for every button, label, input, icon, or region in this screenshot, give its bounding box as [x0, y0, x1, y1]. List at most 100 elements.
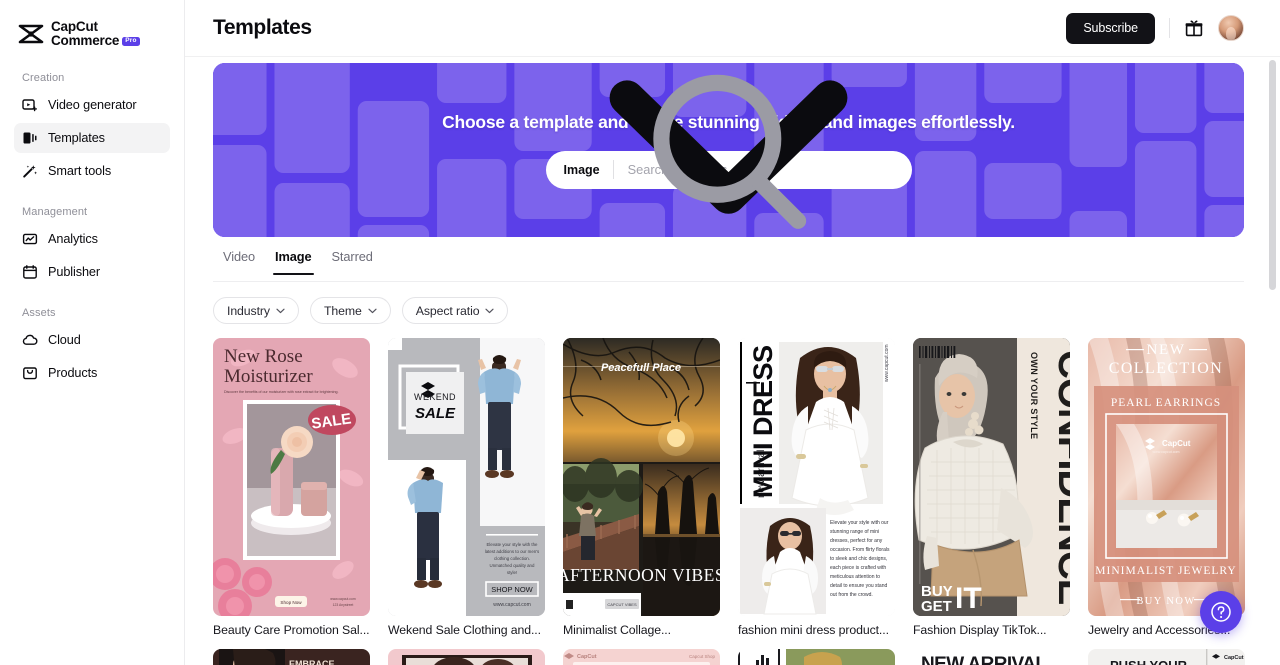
sidebar-item-video-generator[interactable]: Video generator — [14, 90, 170, 120]
sidebar-item-label: Templates — [48, 131, 105, 145]
pro-badge: Pro — [122, 37, 140, 47]
template-card[interactable]: PUSH YOUR CapCut — [1088, 649, 1245, 665]
sidebar-item-cloud[interactable]: Cloud — [14, 325, 170, 355]
tab-image[interactable]: Image — [265, 249, 322, 275]
svg-text:PUSH YOUR: PUSH YOUR — [1110, 658, 1188, 665]
filter-label: Industry — [227, 303, 270, 318]
svg-text:Elevate your style with our: Elevate your style with our — [830, 520, 889, 526]
publisher-icon — [22, 264, 38, 280]
sidebar: CapCut Commerce Pro Creation Video gener… — [0, 0, 185, 665]
template-thumbnail: New Rose Moisturizer Discover the benefi… — [213, 338, 370, 616]
filter-aspect-ratio[interactable]: Aspect ratio — [401, 297, 509, 324]
scroll-area: Choose a template and create stunning vi… — [185, 57, 1280, 665]
weekend-sale-clothing-art: WEKEND SALE Elevate your style with the … — [388, 338, 545, 616]
svg-text:each piece is crafted with: each piece is crafted with — [830, 565, 886, 571]
template-card-title: Fashion Display TikTok... — [913, 623, 1047, 637]
sidebar-item-label: Cloud — [48, 333, 81, 347]
tab-starred[interactable]: Starred — [322, 249, 383, 274]
svg-text:NEW ARRIVAL: NEW ARRIVAL — [921, 654, 1047, 665]
sidebar-item-templates[interactable]: Templates — [14, 123, 170, 153]
svg-text:CapCut: CapCut — [1162, 439, 1191, 448]
avatar[interactable] — [1218, 15, 1244, 41]
svg-text:CONFIDENCE: CONFIDENCE — [1050, 350, 1070, 605]
template-thumbnail: Peacefull Place AFTERNOON VIBES CAPCUT V… — [563, 338, 720, 616]
svg-text:style!: style! — [507, 570, 517, 575]
scrollbar-thumb[interactable] — [1269, 60, 1276, 290]
template-card[interactable]: Peacefull Place AFTERNOON VIBES CAPCUT V… — [563, 338, 720, 637]
svg-text:123 Anystreet: 123 Anystreet — [333, 603, 354, 607]
sidebar-item-label: Video generator — [48, 98, 137, 112]
template-card[interactable] — [388, 649, 545, 665]
brand-name-line2: Commerce — [51, 33, 120, 48]
svg-text:stunning range of mini: stunning range of mini — [830, 529, 879, 535]
template-thumbnail — [738, 649, 895, 665]
content-type-tabs: Video Image Starred — [213, 249, 1244, 282]
filter-bar: Industry Theme Aspect ratio — [213, 297, 1244, 324]
svg-text:www.capcut.com: www.capcut.com — [884, 344, 890, 382]
sidebar-item-label: Products — [48, 366, 98, 380]
capcut-pink-ui-art: CapCut Capcut Shop — [563, 649, 720, 665]
template-card[interactable]: EMBRACE — [213, 649, 370, 665]
sidebar-item-analytics[interactable]: Analytics — [14, 224, 170, 254]
svg-text:occasion. From flirty florals: occasion. From flirty florals — [830, 547, 890, 553]
svg-text:BUY NOW: BUY NOW — [1136, 596, 1195, 607]
filter-theme[interactable]: Theme — [309, 297, 391, 324]
svg-text:Moisturizer: Moisturizer — [224, 366, 313, 387]
svg-text:NEW: NEW — [1147, 342, 1186, 358]
page-title: Templates — [213, 16, 312, 39]
products-icon — [22, 365, 38, 381]
svg-text:CapCut: CapCut — [1224, 655, 1244, 661]
search-icon — [653, 74, 807, 229]
gift-icon[interactable] — [1184, 18, 1204, 38]
sidebar-item-products[interactable]: Products — [14, 358, 170, 388]
template-card-title: Beauty Care Promotion Sal... — [213, 623, 370, 637]
sidebar-item-label: Publisher — [48, 265, 100, 279]
confidence-sweater-art: CONFIDENCE OWN YOUR STYLE BUY GET IT — [913, 338, 1070, 616]
sidebar-group-label-creation: Creation — [22, 72, 65, 84]
brand-logo[interactable]: CapCut Commerce Pro — [14, 0, 170, 52]
capcut-logo-icon — [18, 24, 44, 44]
template-grid-row-2: EMBRACE CapCut Capcut Shop NEW ARRIVAL C… — [213, 649, 1245, 665]
template-card-title: Minimalist Collage... — [563, 623, 671, 637]
page-scrollbar[interactable] — [1269, 60, 1276, 665]
pink-frame-portrait-art — [388, 649, 545, 665]
template-card[interactable]: new arrival MINI DRESS www.capcut.com El… — [738, 338, 895, 637]
template-card[interactable] — [738, 649, 895, 665]
sidebar-group-label-management: Management — [22, 206, 88, 218]
svg-text:OWN YOUR STYLE: OWN YOUR STYLE — [1029, 352, 1039, 439]
svg-text:Elevate your style with the: Elevate your style with the — [486, 542, 538, 547]
sidebar-item-publisher[interactable]: Publisher — [14, 257, 170, 287]
svg-text:Shop Now: Shop Now — [280, 600, 302, 605]
template-card-title: fashion mini dress product... — [738, 623, 889, 637]
svg-text:latest additions to our men's: latest additions to our men's — [485, 549, 540, 554]
filter-label: Aspect ratio — [415, 303, 480, 318]
search-field — [614, 74, 912, 229]
chart-portrait-split-art — [738, 649, 895, 665]
svg-text:WEKEND: WEKEND — [414, 392, 456, 402]
template-thumbnail: new arrival MINI DRESS www.capcut.com El… — [738, 338, 895, 616]
rose-moisturizer-art: New Rose Moisturizer Discover the benefi… — [213, 338, 370, 616]
help-button[interactable] — [1200, 591, 1242, 633]
templates-icon — [22, 130, 38, 146]
template-card[interactable]: NEW ARRIVAL — [913, 649, 1070, 665]
new-arrival-bold-art: NEW ARRIVAL — [913, 649, 1070, 665]
template-card[interactable]: New Rose Moisturizer Discover the benefi… — [213, 338, 370, 637]
template-card[interactable]: CONFIDENCE OWN YOUR STYLE BUY GET IT Fas… — [913, 338, 1070, 637]
pearl-earrings-art: NEW COLLECTION PEARL EARRINGS CapCut www… — [1088, 338, 1245, 616]
sidebar-item-smart-tools[interactable]: Smart tools — [14, 156, 170, 186]
peaceful-place-collage-art: Peacefull Place AFTERNOON VIBES CAPCUT V… — [563, 338, 720, 616]
filter-industry[interactable]: Industry — [213, 297, 299, 324]
template-grid: New Rose Moisturizer Discover the benefi… — [213, 338, 1245, 637]
template-thumbnail: EMBRACE — [213, 649, 370, 665]
tab-video[interactable]: Video — [213, 249, 265, 274]
push-your-light-art: PUSH YOUR CapCut — [1088, 649, 1245, 665]
template-card[interactable]: WEKEND SALE Elevate your style with the … — [388, 338, 545, 637]
svg-text:MINIMALIST JEWELRY: MINIMALIST JEWELRY — [1095, 565, 1236, 577]
svg-text:PEARL EARRINGS: PEARL EARRINGS — [1111, 397, 1221, 409]
svg-text:SALE: SALE — [415, 405, 456, 422]
svg-text:clothing collection.: clothing collection. — [494, 556, 530, 561]
template-card[interactable]: CapCut Capcut Shop — [563, 649, 720, 665]
top-bar: Templates Subscribe — [185, 0, 1280, 57]
svg-text:www.capcut.com: www.capcut.com — [493, 602, 531, 608]
subscribe-button[interactable]: Subscribe — [1066, 12, 1155, 44]
